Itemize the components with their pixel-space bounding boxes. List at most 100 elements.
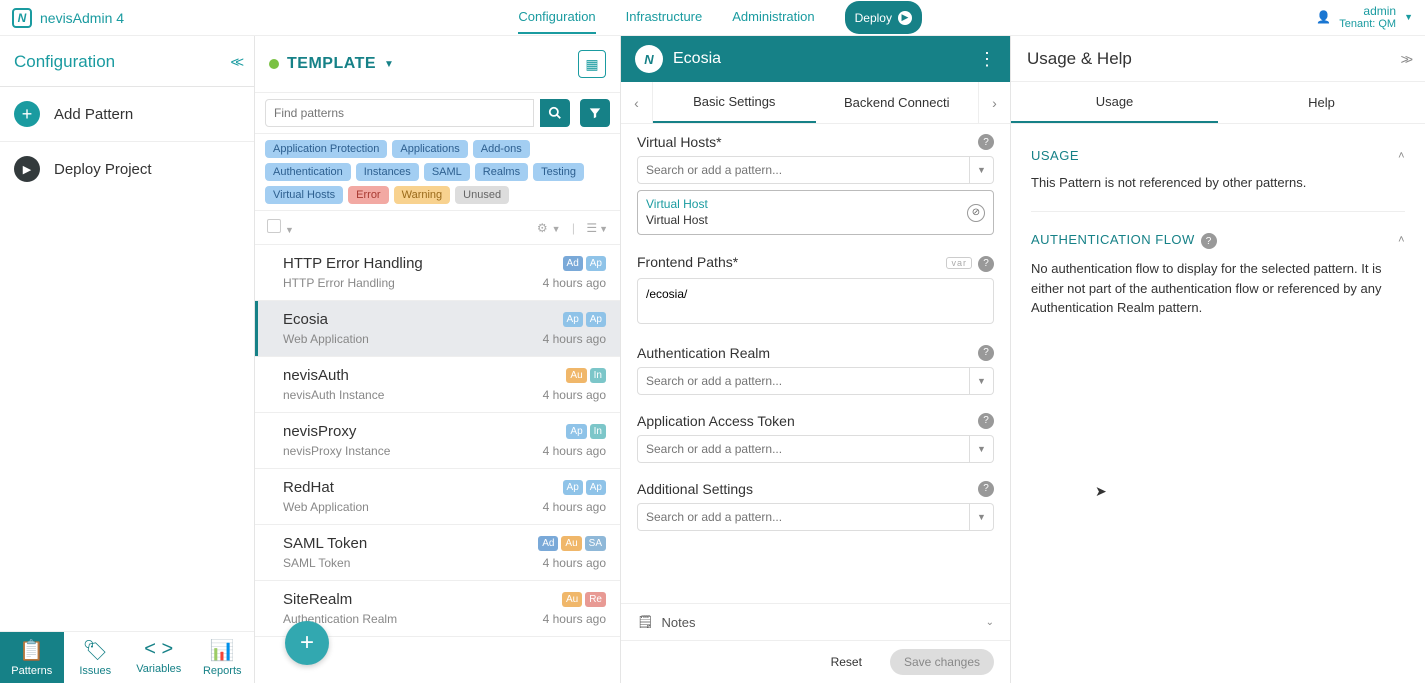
virtual-hosts-combo[interactable]: ▼: [637, 156, 994, 184]
more-menu-icon[interactable]: ⋮: [978, 49, 996, 70]
deploy-project-label: Deploy Project: [54, 161, 152, 178]
brand-logo-icon: N: [12, 8, 32, 28]
tab-issues[interactable]: 🏷Issues: [64, 632, 128, 683]
tab-reports[interactable]: 📊Reports: [191, 632, 255, 683]
gear-icon[interactable]: ⚙: [537, 221, 548, 235]
help-icon[interactable]: ?: [1201, 233, 1217, 249]
play-icon: ▶: [898, 11, 912, 25]
reset-button[interactable]: Reset: [817, 649, 876, 675]
user-menu[interactable]: 👤 admin Tenant: QM ▼: [1316, 4, 1413, 32]
filter-button[interactable]: [580, 99, 610, 127]
nav-configuration[interactable]: Configuration: [518, 1, 595, 34]
tab-variables[interactable]: < >Variables: [127, 632, 191, 683]
tenant-name: Tenant: QM: [1339, 18, 1396, 31]
pattern-type: nevisProxy Instance: [283, 444, 390, 458]
pattern-time: 4 hours ago: [543, 612, 606, 626]
category-badge: Ap: [566, 424, 586, 439]
pattern-row[interactable]: nevisAuthAuInnevisAuth Instance4 hours a…: [255, 357, 620, 413]
play-icon: ▶: [14, 156, 40, 182]
help-icon[interactable]: ?: [978, 134, 994, 150]
help-icon[interactable]: ?: [978, 413, 994, 429]
auth-realm-combo[interactable]: ▼: [637, 367, 994, 395]
add-pattern-label: Add Pattern: [54, 106, 133, 123]
list-view-icon[interactable]: ☰: [586, 221, 597, 235]
left-nav-tabs: 📋Patterns 🏷Issues < >Variables 📊Reports: [0, 631, 254, 683]
filter-tag[interactable]: Testing: [533, 163, 584, 181]
chevron-down-icon[interactable]: ▼: [970, 435, 994, 463]
pattern-type: SAML Token: [283, 556, 350, 570]
chevron-up-icon[interactable]: ˄: [1398, 234, 1405, 246]
pattern-type: Web Application: [283, 500, 369, 514]
add-fab-button[interactable]: +: [285, 621, 329, 665]
filter-tag[interactable]: SAML: [424, 163, 470, 181]
add-pattern-button[interactable]: + Add Pattern: [0, 87, 254, 142]
help-icon[interactable]: ?: [978, 256, 994, 272]
user-icon: 👤: [1316, 10, 1331, 24]
project-title: TEMPLATE: [287, 55, 376, 73]
search-button[interactable]: [540, 99, 570, 127]
filter-tags: Application Protection Applications Add-on…: [255, 134, 620, 211]
clipboard-icon: 📋: [0, 638, 64, 663]
tab-patterns[interactable]: 📋Patterns: [0, 632, 64, 683]
help-icon[interactable]: ?: [978, 345, 994, 361]
pattern-row[interactable]: HTTP Error HandlingAdApHTTP Error Handli…: [255, 245, 620, 301]
chevron-down-icon[interactable]: ▼: [970, 503, 994, 531]
filter-tag[interactable]: Authentication: [265, 163, 351, 181]
expand-panel-icon[interactable]: >>: [1401, 51, 1409, 67]
pattern-name: nevisProxy: [283, 423, 356, 440]
category-badge: Ap: [563, 480, 583, 495]
filter-tag[interactable]: Unused: [455, 186, 509, 204]
tab-backend-connectivity[interactable]: Backend Connecti: [816, 82, 979, 123]
help-icon[interactable]: ?: [978, 481, 994, 497]
collapse-sidebar-icon[interactable]: <<: [230, 54, 240, 71]
pattern-row[interactable]: RedHatApApWeb Application4 hours ago: [255, 469, 620, 525]
frontend-paths-input[interactable]: [637, 278, 994, 324]
pattern-row[interactable]: EcosiaApApWeb Application4 hours ago: [255, 301, 620, 357]
var-badge[interactable]: var: [946, 257, 972, 269]
pattern-name: SAML Token: [283, 535, 367, 552]
project-selector[interactable]: TEMPLATE ▼: [269, 55, 394, 73]
nav-administration[interactable]: Administration: [732, 1, 814, 34]
virtual-hosts-label: Virtual Hosts*: [637, 134, 722, 150]
deploy-button[interactable]: Deploy ▶: [845, 1, 922, 34]
deploy-project-button[interactable]: ▶ Deploy Project: [0, 142, 254, 196]
category-badge: SA: [585, 536, 606, 551]
virtual-host-value[interactable]: Virtual HostVirtual Host ⊘: [637, 190, 994, 235]
filter-tag[interactable]: Add-ons: [473, 140, 530, 158]
pattern-row[interactable]: nevisProxyApInnevisProxy Instance4 hours…: [255, 413, 620, 469]
tab-basic-settings[interactable]: Basic Settings: [653, 82, 816, 123]
chevron-down-icon[interactable]: ▼: [970, 367, 994, 395]
tag-icon: 🏷: [64, 638, 128, 663]
tab-usage[interactable]: Usage: [1011, 82, 1218, 123]
notes-accordion[interactable]: 🗒 Notes ⌄: [621, 603, 1010, 640]
main-layout: Configuration << + Add Pattern ▶ Deploy …: [0, 36, 1425, 683]
filter-tag[interactable]: Applications: [392, 140, 467, 158]
tab-scroll-right[interactable]: ›: [978, 82, 1010, 123]
tab-help[interactable]: Help: [1218, 82, 1425, 123]
filter-tag[interactable]: Instances: [356, 163, 419, 181]
filter-tag[interactable]: Application Protection: [265, 140, 387, 158]
grid-view-button[interactable]: ▦: [578, 50, 606, 78]
filter-tag[interactable]: Realms: [475, 163, 528, 181]
pattern-row[interactable]: SAML TokenAdAuSASAML Token4 hours ago: [255, 525, 620, 581]
tab-scroll-left[interactable]: ‹: [621, 82, 653, 123]
additional-settings-combo[interactable]: ▼: [637, 503, 994, 531]
chevron-down-icon[interactable]: ▼: [970, 156, 994, 184]
filter-tag[interactable]: Warning: [394, 186, 451, 204]
list-toolbar: ▼ ⚙▼ | ☰▼: [255, 211, 620, 245]
filter-tag[interactable]: Virtual Hosts: [265, 186, 343, 204]
chevron-down-icon[interactable]: ▼: [285, 225, 294, 235]
pattern-search-input[interactable]: [265, 99, 534, 127]
category-badge: Au: [561, 536, 581, 551]
select-all-checkbox[interactable]: [267, 219, 281, 233]
usage-text: This Pattern is not referenced by other …: [1031, 173, 1405, 193]
category-badge: In: [590, 368, 606, 383]
topbar: N nevisAdmin 4 Configuration Infrastruct…: [0, 0, 1425, 36]
left-sidebar-header: Configuration <<: [0, 36, 254, 87]
filter-tag[interactable]: Error: [348, 186, 388, 204]
remove-icon[interactable]: ⊘: [967, 204, 985, 222]
access-token-combo[interactable]: ▼: [637, 435, 994, 463]
chevron-up-icon[interactable]: ˄: [1398, 150, 1405, 162]
nav-infrastructure[interactable]: Infrastructure: [626, 1, 703, 34]
save-button[interactable]: Save changes: [890, 649, 994, 675]
